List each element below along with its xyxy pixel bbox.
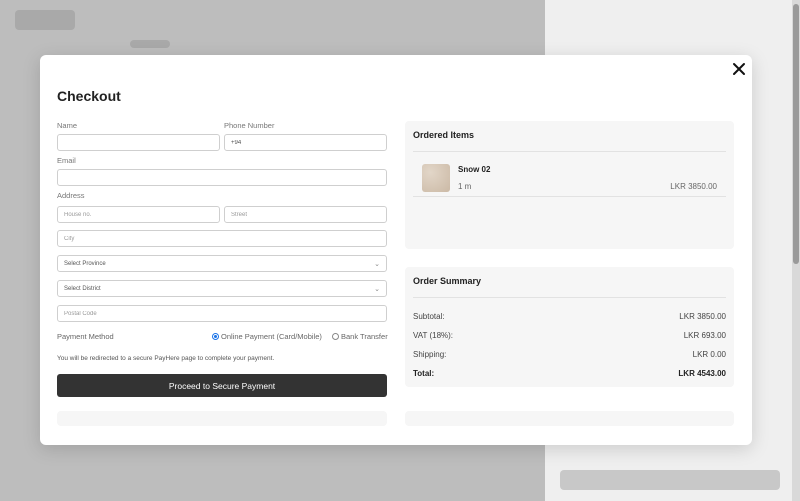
background-placeholder	[15, 10, 75, 30]
divider	[413, 297, 726, 298]
name-input[interactable]	[57, 134, 220, 151]
name-label: Name	[57, 121, 78, 130]
page-title: Checkout	[57, 88, 121, 104]
address-label: Address	[57, 191, 85, 200]
city-input[interactable]	[57, 230, 387, 247]
close-icon	[733, 63, 745, 75]
district-selected-value: Select District	[64, 285, 101, 292]
phone-input[interactable]	[224, 134, 387, 151]
radio-checked-icon	[212, 333, 219, 340]
shipping-value: LKR 0.00	[692, 350, 726, 359]
house-number-input[interactable]	[57, 206, 220, 223]
payment-method-label: Payment Method	[57, 332, 114, 341]
ordered-items-title: Ordered Items	[413, 130, 475, 140]
item-name: Snow 02	[458, 165, 491, 174]
background-placeholder	[560, 470, 780, 490]
divider	[413, 151, 726, 152]
phone-label: Phone Number	[224, 121, 275, 130]
item-thumbnail	[422, 164, 450, 192]
page-scrollbar[interactable]	[792, 0, 800, 501]
bottom-placeholder-left	[57, 411, 387, 426]
item-price: LKR 3850.00	[670, 182, 717, 191]
province-selected-value: Select Province	[64, 260, 106, 267]
radio-online-payment[interactable]: Online Payment (Card/Mobile)	[212, 332, 322, 341]
bottom-placeholder-right	[405, 411, 734, 426]
background-placeholder	[130, 40, 170, 48]
chevron-down-icon: ⌄	[374, 285, 380, 293]
subtotal-value: LKR 3850.00	[679, 312, 726, 321]
district-select[interactable]: Select District ⌄	[57, 280, 387, 297]
redirect-note: You will be redirected to a secure PayHe…	[57, 355, 275, 362]
email-label: Email	[57, 156, 76, 165]
proceed-payment-button[interactable]: Proceed to Secure Payment	[57, 374, 387, 397]
vat-label: VAT (18%):	[413, 331, 454, 340]
radio-unchecked-icon	[332, 333, 339, 340]
total-label: Total:	[413, 369, 435, 378]
divider	[413, 196, 726, 197]
shipping-label: Shipping:	[413, 350, 447, 359]
item-quantity: 1 m	[458, 182, 472, 191]
checkout-modal: Checkout Name Phone Number Email Address…	[40, 55, 752, 445]
postal-code-input[interactable]	[57, 305, 387, 322]
order-summary-title: Order Summary	[413, 276, 482, 286]
total-value: LKR 4543.00	[678, 369, 726, 378]
radio-label: Online Payment (Card/Mobile)	[221, 332, 322, 341]
street-input[interactable]	[224, 206, 387, 223]
chevron-down-icon: ⌄	[374, 260, 380, 268]
scrollbar-thumb[interactable]	[793, 4, 799, 264]
close-button[interactable]	[730, 60, 748, 78]
vat-value: LKR 693.00	[683, 331, 726, 340]
email-input[interactable]	[57, 169, 387, 186]
radio-bank-transfer[interactable]: Bank Transfer	[332, 332, 388, 341]
subtotal-label: Subtotal:	[413, 312, 445, 321]
province-select[interactable]: Select Province ⌄	[57, 255, 387, 272]
radio-label: Bank Transfer	[341, 332, 388, 341]
